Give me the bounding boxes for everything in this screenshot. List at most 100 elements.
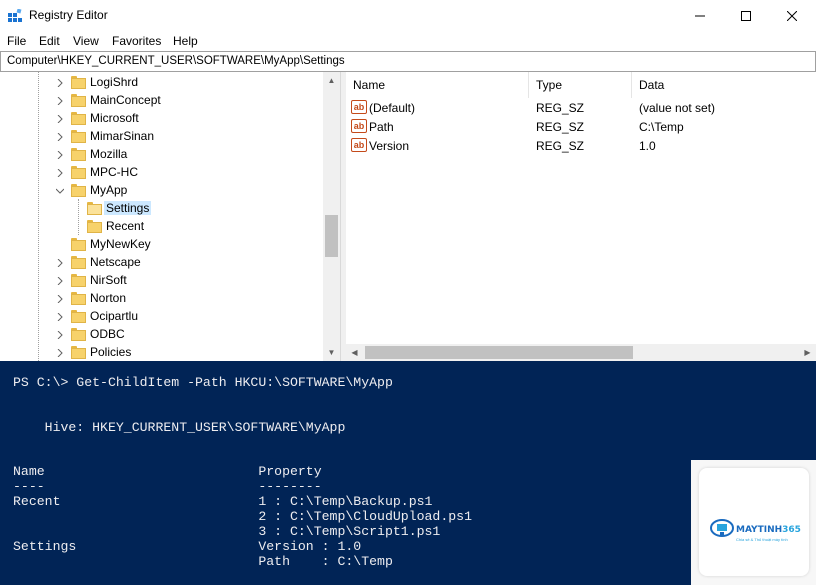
tree-item-mainconcept[interactable]: MainConcept <box>0 92 320 110</box>
chevron-right-icon[interactable] <box>56 115 64 123</box>
console-line: ---- -------- <box>13 479 322 494</box>
key-tree: LogiShrd MainConcept Microsoft MimarSinan Mo… <box>0 72 341 361</box>
menu-help[interactable]: Help <box>173 34 198 48</box>
menu-file[interactable]: File <box>7 34 26 48</box>
menu-view[interactable]: View <box>73 34 99 48</box>
chevron-right-icon[interactable] <box>56 277 64 285</box>
menu-favorites[interactable]: Favorites <box>112 34 161 48</box>
folder-icon <box>71 238 86 251</box>
tree-item-label: Recent <box>106 219 145 233</box>
value-row[interactable]: ab (Default) REG_SZ (value not set) <box>346 98 816 117</box>
tree-item-norton[interactable]: Norton <box>0 290 320 308</box>
chevron-right-icon[interactable] <box>56 259 64 267</box>
folder-icon <box>87 202 102 215</box>
tree-item-netscape[interactable]: Netscape <box>0 254 320 272</box>
chevron-right-icon[interactable] <box>56 349 64 357</box>
tree-item-label: Norton <box>90 291 127 305</box>
console-line: 3 : C:\Temp\Script1.ps1 <box>13 524 441 539</box>
value-name: (Default) <box>369 101 416 115</box>
tree-item-label: MimarSinan <box>90 129 155 143</box>
tree-item-label: Settings <box>104 201 152 215</box>
tree-vertical-scrollbar[interactable]: ▲ ▼ <box>323 72 340 361</box>
value-row[interactable]: ab Path REG_SZ C:\Temp <box>346 117 816 136</box>
logo-wordmark: MAYTINH365 <box>736 525 801 535</box>
tree-item-label: MyNewKey <box>90 237 151 251</box>
value-data: 1.0 <box>639 139 656 153</box>
tree-item-mynewkey[interactable]: MyNewKey <box>0 236 320 254</box>
scroll-left-icon[interactable]: ◀ <box>346 344 363 361</box>
tree-item-label: MainConcept <box>90 93 161 107</box>
tree-item-myapp[interactable]: MyApp <box>0 182 320 200</box>
value-name: Version <box>369 139 410 153</box>
values-list: Name Type Data ab (Default) REG_SZ (value n… <box>346 72 816 361</box>
folder-icon <box>71 76 86 89</box>
console-line: Name Property <box>13 464 322 479</box>
values-horizontal-scrollbar[interactable]: ◀ ▶ <box>346 344 816 361</box>
maximize-icon <box>741 10 751 21</box>
tree-item-logishrd[interactable]: LogiShrd <box>0 74 320 92</box>
close-icon <box>787 10 797 21</box>
tree-item-ocipartlu[interactable]: Ocipartlu <box>0 308 320 326</box>
scroll-thumb[interactable] <box>325 215 338 257</box>
scroll-up-icon[interactable]: ▲ <box>323 72 340 89</box>
column-header-data[interactable]: Data <box>632 72 816 98</box>
chevron-right-icon[interactable] <box>56 313 64 321</box>
chevron-right-icon[interactable] <box>56 331 64 339</box>
logo-badge: MAYTINH365 Chia sẻ & Thủ thuật máy tính <box>699 468 809 576</box>
chevron-right-icon[interactable] <box>56 169 64 177</box>
folder-icon <box>87 220 102 233</box>
scroll-down-icon[interactable]: ▼ <box>323 344 340 361</box>
tree-item-label: Netscape <box>90 255 141 269</box>
tree-item-policies[interactable]: Policies <box>0 344 320 361</box>
address-path: Computer\HKEY_CURRENT_USER\SOFTWARE\MyAp… <box>7 55 345 67</box>
tree-item-microsoft[interactable]: Microsoft <box>0 110 320 128</box>
column-header-type[interactable]: Type <box>529 72 632 98</box>
folder-icon <box>71 112 86 125</box>
console-line: Settings Version : 1.0 <box>13 539 362 554</box>
scroll-right-icon[interactable]: ▶ <box>799 344 816 361</box>
logo-tagline: Chia sẻ & Thủ thuật máy tính <box>736 537 788 542</box>
folder-icon <box>71 148 86 161</box>
minimize-button[interactable] <box>677 0 723 31</box>
console-line: Recent 1 : C:\Temp\Backup.ps1 <box>13 494 433 509</box>
chevron-right-icon[interactable] <box>56 97 64 105</box>
chevron-right-icon[interactable] <box>56 295 64 303</box>
folder-icon <box>71 256 86 269</box>
folder-icon <box>71 94 86 107</box>
tree-item-label: Mozilla <box>90 147 128 161</box>
globe-monitor-icon <box>710 519 734 537</box>
string-value-icon: ab <box>351 138 367 152</box>
minimize-icon <box>695 15 705 16</box>
tree-item-recent[interactable]: Recent <box>0 218 320 236</box>
tree-item-mpc-hc[interactable]: MPC-HC <box>0 164 320 182</box>
console-line: 2 : C:\Temp\CloudUpload.ps1 <box>13 509 472 524</box>
chevron-right-icon[interactable] <box>56 151 64 159</box>
console-line: PS C:\> Get-ChildItem -Path HKCU:\SOFTWA… <box>13 375 393 390</box>
folder-icon <box>71 292 86 305</box>
maximize-button[interactable] <box>723 0 769 31</box>
chevron-right-icon[interactable] <box>56 133 64 141</box>
watermark-logo: MAYTINH365 Chia sẻ & Thủ thuật máy tính <box>691 460 816 585</box>
address-bar[interactable]: Computer\HKEY_CURRENT_USER\SOFTWARE\MyAp… <box>0 51 816 72</box>
value-name: Path <box>369 120 394 134</box>
tree-item-label: Ocipartlu <box>90 309 139 323</box>
value-data: (value not set) <box>639 101 716 115</box>
value-row[interactable]: ab Version REG_SZ 1.0 <box>346 136 816 155</box>
tree-item-odbc[interactable]: ODBC <box>0 326 320 344</box>
string-value-icon: ab <box>351 100 367 114</box>
menu-edit[interactable]: Edit <box>39 34 60 48</box>
column-header-name[interactable]: Name <box>346 72 529 98</box>
tree-item-label: LogiShrd <box>90 75 139 89</box>
chevron-down-icon[interactable] <box>56 187 64 195</box>
value-type: REG_SZ <box>536 101 585 115</box>
tree-item-mozilla[interactable]: Mozilla <box>0 146 320 164</box>
close-button[interactable] <box>769 0 815 31</box>
tree-item-label: Policies <box>90 345 132 359</box>
tree-item-settings[interactable]: Settings <box>0 200 320 218</box>
tree-item-nirsoft[interactable]: NirSoft <box>0 272 320 290</box>
folder-icon <box>71 310 86 323</box>
window-title: Registry Editor <box>29 8 108 22</box>
chevron-right-icon[interactable] <box>56 79 64 87</box>
tree-item-mimarsinan[interactable]: MimarSinan <box>0 128 320 146</box>
scroll-thumb[interactable] <box>365 346 633 359</box>
